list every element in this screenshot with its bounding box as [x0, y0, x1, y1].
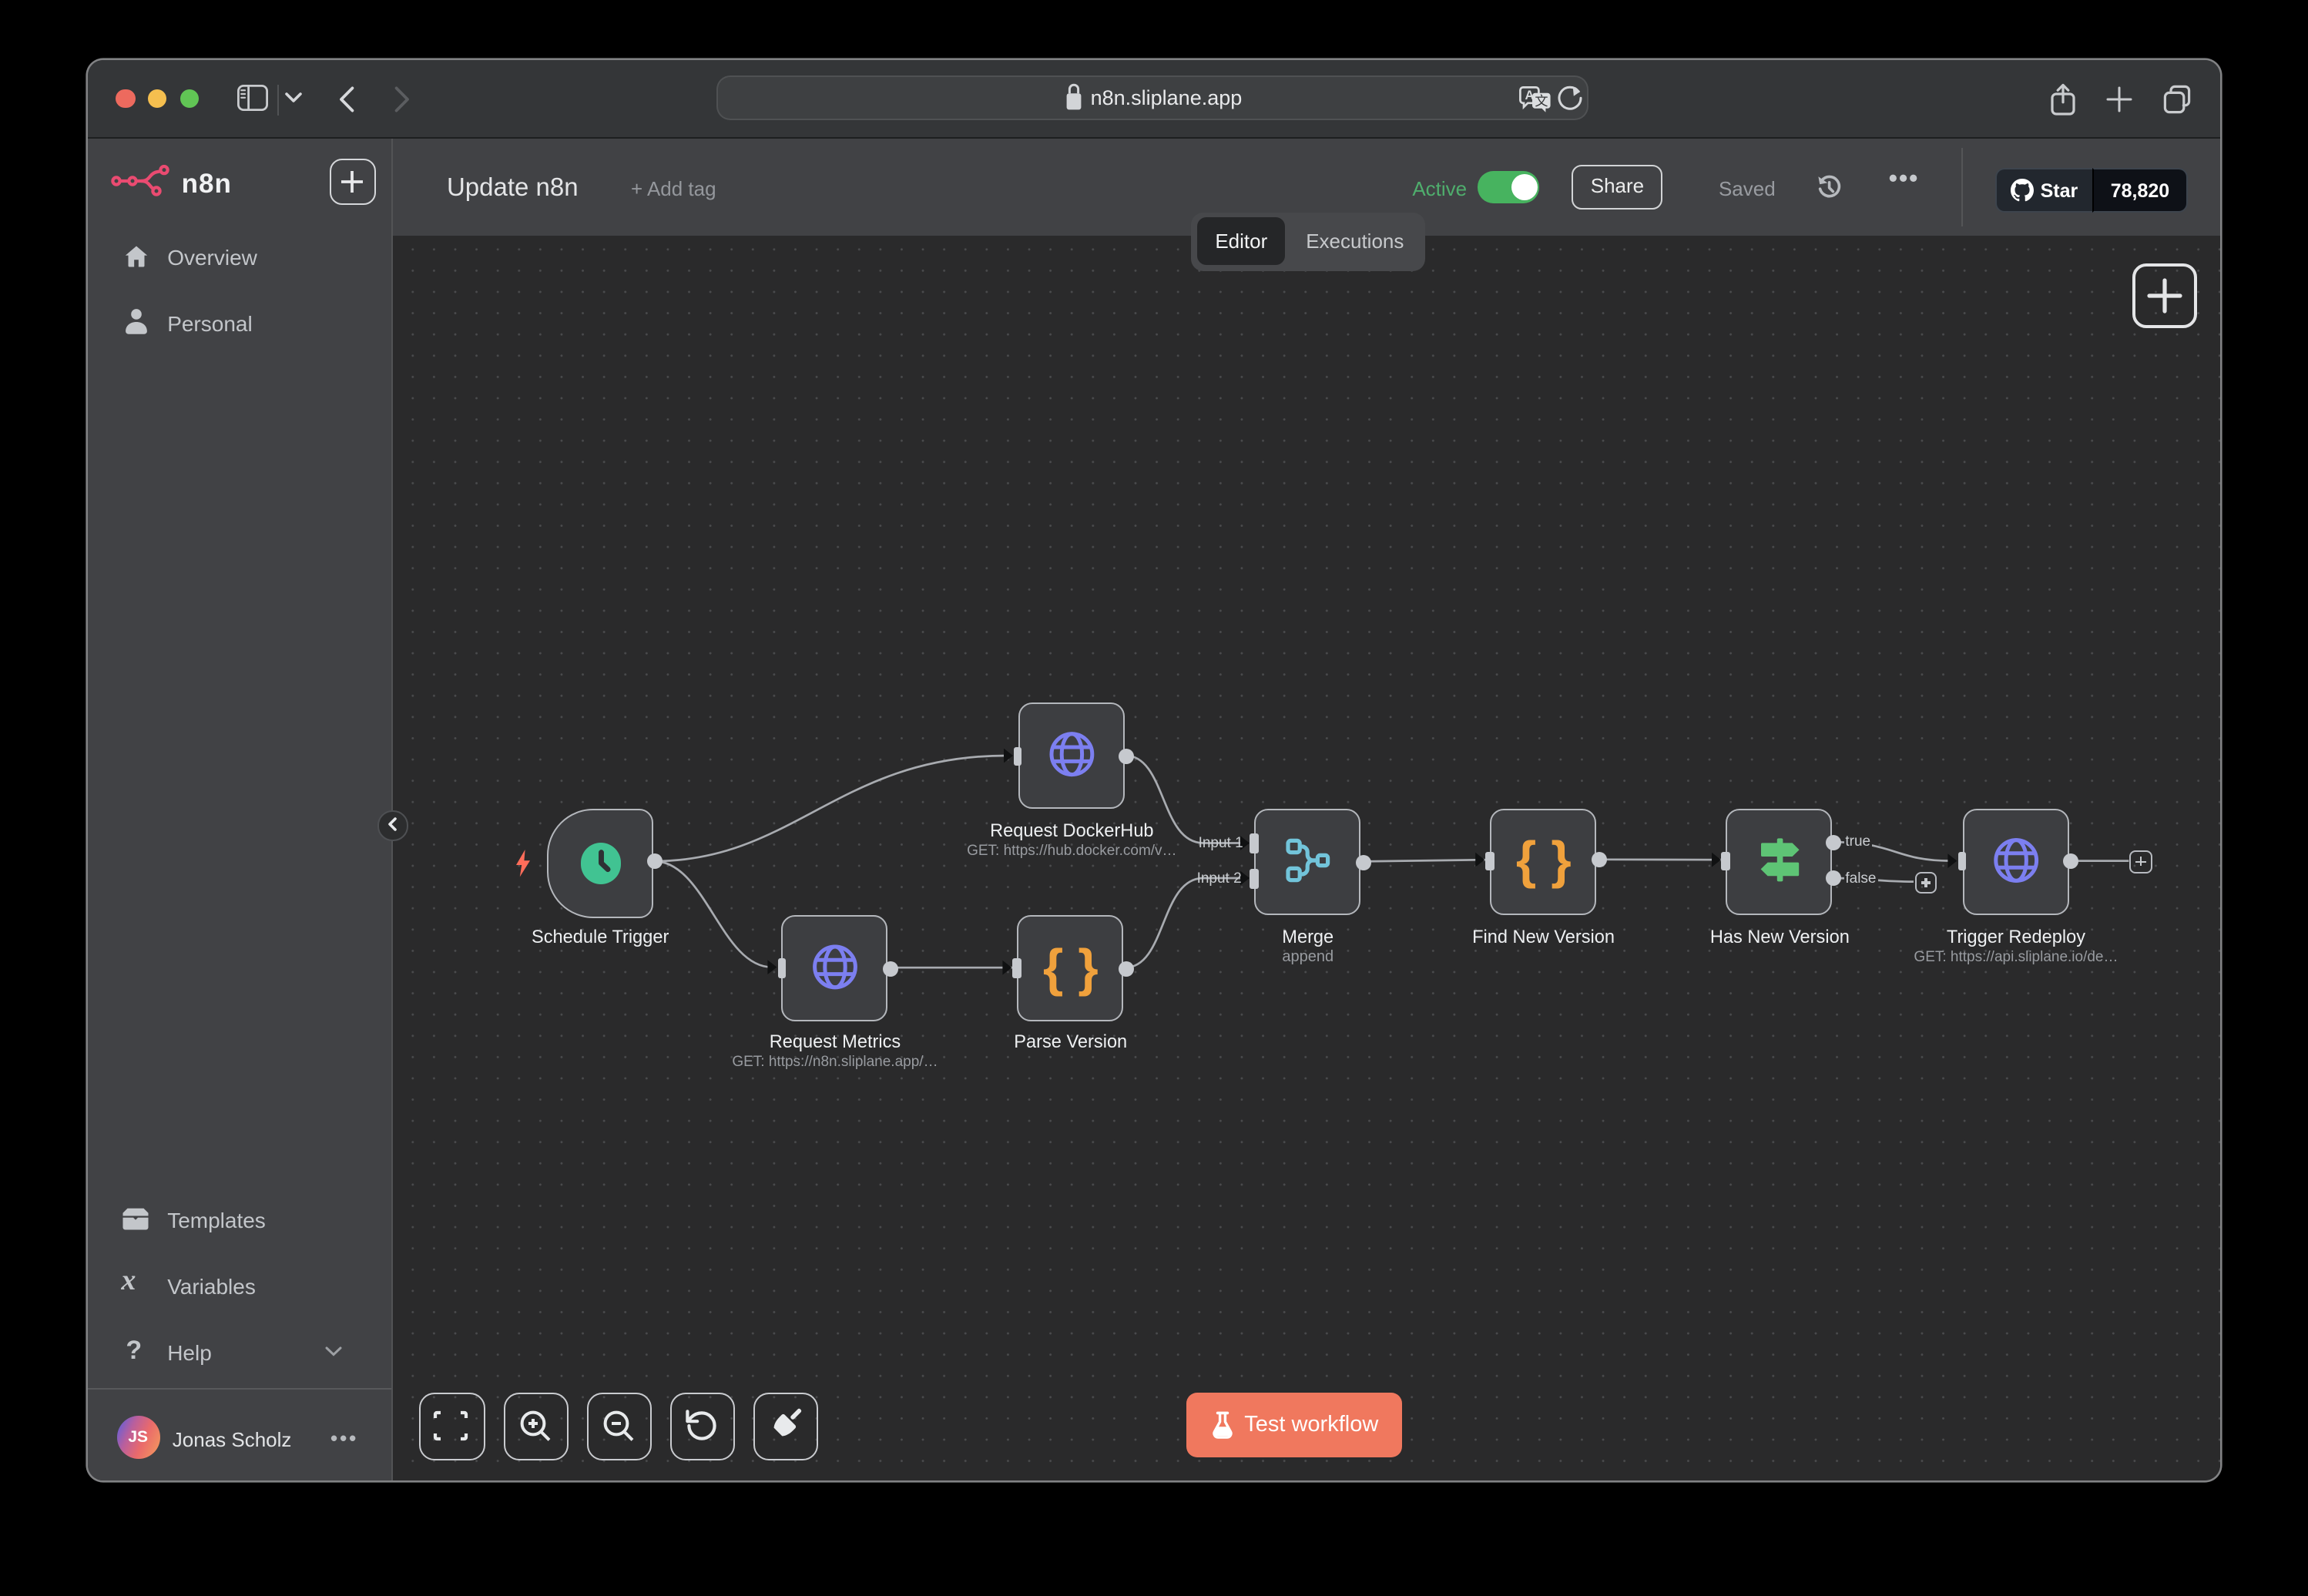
svg-text:文: 文 [1535, 93, 1548, 109]
